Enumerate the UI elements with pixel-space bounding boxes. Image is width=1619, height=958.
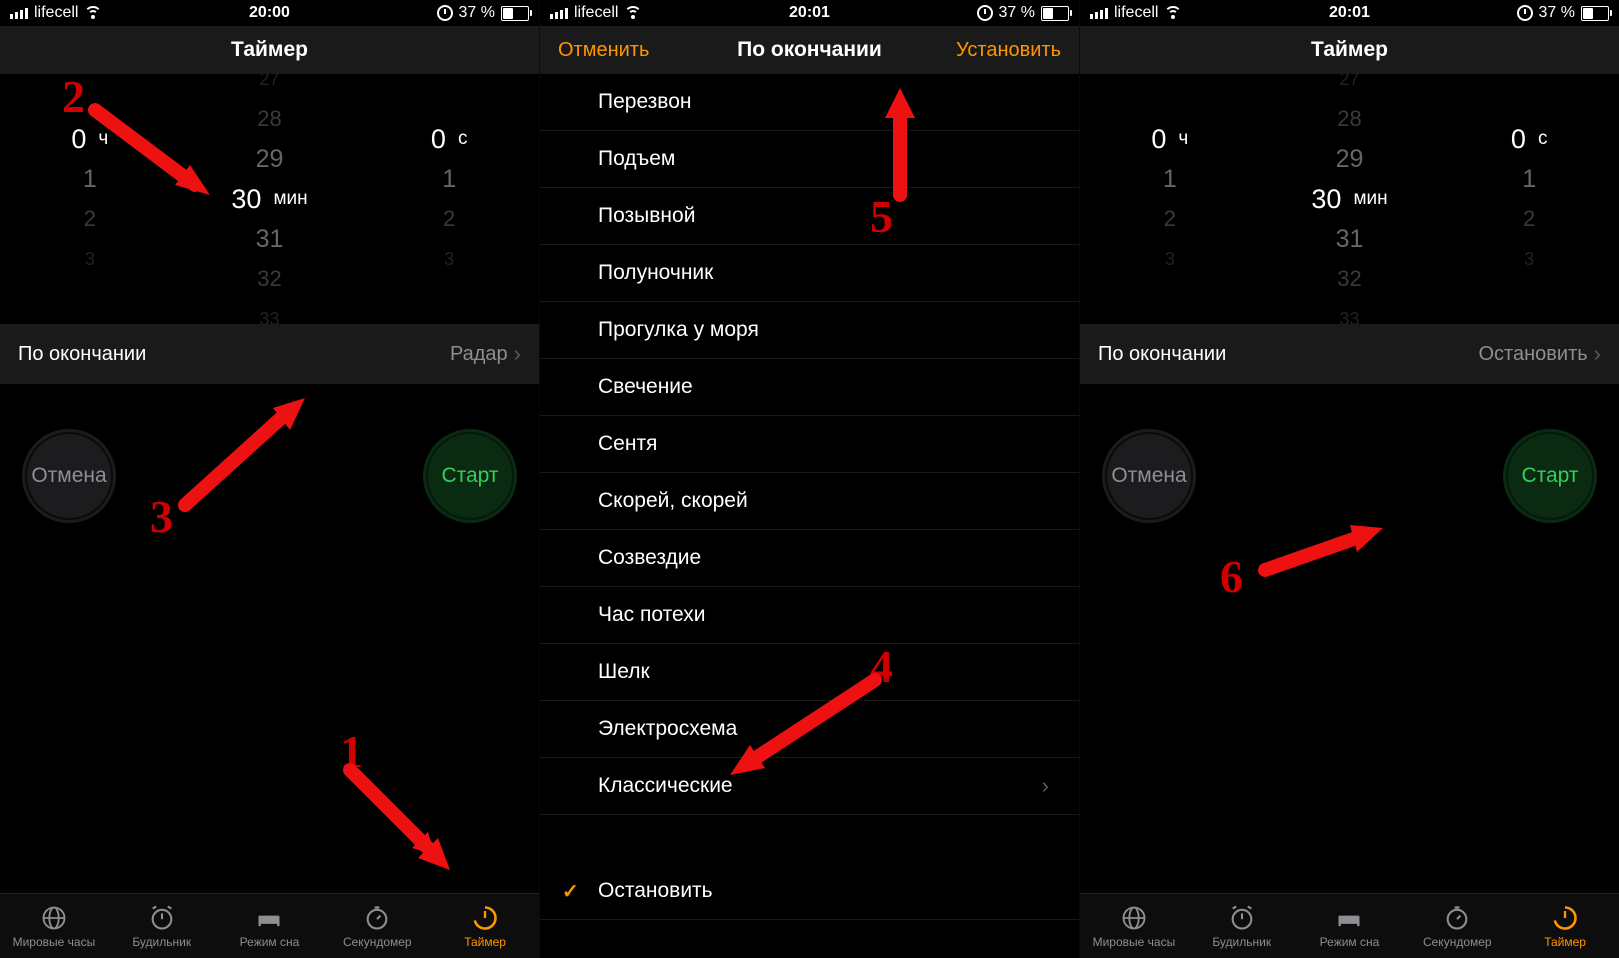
screen-timer-1: lifecell 20:00 37 % Таймер 0ч 1 2 3 27 2…	[0, 0, 539, 958]
page-title: Таймер	[1311, 38, 1388, 62]
tab-bar: Мировые часы Будильник Режим сна Секундо…	[0, 893, 539, 958]
sound-option[interactable]: Свечение	[540, 359, 1079, 416]
sound-option[interactable]: Час потехи	[540, 587, 1079, 644]
alarm-status-icon	[437, 5, 453, 21]
screen-sound-picker: lifecell 20:01 37 % Отменить По окончани…	[539, 0, 1079, 958]
tab-alarm[interactable]: Будильник	[1188, 894, 1296, 958]
alarm-status-icon	[1517, 5, 1533, 21]
stopwatch-icon	[363, 904, 391, 932]
battery-percent: 37 %	[1539, 4, 1575, 22]
sound-option[interactable]: Прогулка у моря	[540, 302, 1079, 359]
time-picker[interactable]: 0ч 1 2 3 27 28 29 30мин 31 32 33 0с 1 2	[0, 74, 539, 324]
sound-option[interactable]: Шелк	[540, 644, 1079, 701]
navbar: Отменить По окончании Установить	[540, 26, 1079, 74]
buttons-area: Отмена Старт	[0, 384, 539, 893]
sound-option[interactable]: Перезвон	[540, 74, 1079, 131]
status-time: 20:00	[249, 4, 290, 22]
battery-icon	[1581, 6, 1609, 21]
timer-icon	[1551, 904, 1579, 932]
tab-world-clock[interactable]: Мировые часы	[1080, 894, 1188, 958]
sound-option[interactable]: Созвездие	[540, 530, 1079, 587]
sound-option[interactable]: Скорей, скорей	[540, 473, 1079, 530]
tab-timer[interactable]: Таймер	[431, 894, 539, 958]
alarm-status-icon	[977, 5, 993, 21]
tab-sleep[interactable]: Режим сна	[216, 894, 324, 958]
row-label: По окончании	[1098, 343, 1226, 366]
sound-option[interactable]: Позывной	[540, 188, 1079, 245]
start-button[interactable]: Старт	[1503, 429, 1597, 523]
status-bar: lifecell 20:01 37 %	[1080, 0, 1619, 26]
sound-classic-row[interactable]: Классические›	[540, 758, 1079, 815]
status-time: 20:01	[1329, 4, 1370, 22]
stopwatch-icon	[1443, 904, 1471, 932]
sound-option[interactable]: Подъем	[540, 131, 1079, 188]
alarm-icon	[1228, 904, 1256, 932]
carrier-label: lifecell	[574, 4, 618, 22]
nav-set-button[interactable]: Установить	[938, 26, 1079, 74]
tab-bar: Мировые часы Будильник Режим сна Секундо…	[1080, 893, 1619, 958]
when-timer-ends-row[interactable]: По окончании Радар ›	[0, 324, 539, 384]
signal-icon	[10, 8, 28, 19]
battery-percent: 37 %	[999, 4, 1035, 22]
row-value: Остановить	[1479, 343, 1588, 366]
chevron-right-icon: ›	[514, 341, 521, 367]
sound-option[interactable]: Сентя	[540, 416, 1079, 473]
list-separator	[540, 815, 1079, 863]
wifi-icon	[624, 6, 642, 20]
sound-list[interactable]: Перезвон Подъем Позывной Полуночник Прог…	[540, 74, 1079, 958]
page-title: Таймер	[231, 38, 308, 62]
battery-icon	[1041, 6, 1069, 21]
globe-icon	[40, 904, 68, 932]
sound-option[interactable]: Электросхема	[540, 701, 1079, 758]
row-value: Радар	[450, 343, 508, 366]
chevron-right-icon: ›	[1042, 773, 1049, 799]
alarm-icon	[148, 904, 176, 932]
timer-icon	[471, 904, 499, 932]
cancel-button[interactable]: Отмена	[1102, 429, 1196, 523]
start-button[interactable]: Старт	[423, 429, 517, 523]
globe-icon	[1120, 904, 1148, 932]
signal-icon	[1090, 8, 1108, 19]
carrier-label: lifecell	[1114, 4, 1158, 22]
tab-stopwatch[interactable]: Секундомер	[1403, 894, 1511, 958]
battery-icon	[501, 6, 529, 21]
cancel-button[interactable]: Отмена	[22, 429, 116, 523]
status-time: 20:01	[789, 4, 830, 22]
signal-icon	[550, 8, 568, 19]
nav-cancel-button[interactable]: Отменить	[540, 26, 667, 74]
carrier-label: lifecell	[34, 4, 78, 22]
sound-option[interactable]: Полуночник	[540, 245, 1079, 302]
status-bar: lifecell 20:01 37 %	[540, 0, 1079, 26]
tab-sleep[interactable]: Режим сна	[1296, 894, 1404, 958]
tab-timer[interactable]: Таймер	[1511, 894, 1619, 958]
status-bar: lifecell 20:00 37 %	[0, 0, 539, 26]
battery-percent: 37 %	[459, 4, 495, 22]
tab-stopwatch[interactable]: Секундомер	[323, 894, 431, 958]
screen-timer-2: lifecell 20:01 37 % Таймер 0ч 1 2 3 27 2…	[1079, 0, 1619, 958]
tab-world-clock[interactable]: Мировые часы	[0, 894, 108, 958]
stop-playing-option[interactable]: Остановить	[540, 863, 1079, 920]
row-label: По окончании	[18, 343, 146, 366]
time-picker[interactable]: 0ч 1 2 3 27 28 29 30мин 31 32 33 0с 1 2	[1080, 74, 1619, 324]
navbar: Таймер	[1080, 26, 1619, 74]
page-title: По окончании	[737, 38, 882, 62]
wifi-icon	[84, 6, 102, 20]
bed-icon	[255, 904, 283, 932]
navbar: Таймер	[0, 26, 539, 74]
when-timer-ends-row[interactable]: По окончании Остановить ›	[1080, 324, 1619, 384]
wifi-icon	[1164, 6, 1182, 20]
buttons-area: Отмена Старт	[1080, 384, 1619, 893]
chevron-right-icon: ›	[1594, 341, 1601, 367]
bed-icon	[1335, 904, 1363, 932]
tab-alarm[interactable]: Будильник	[108, 894, 216, 958]
